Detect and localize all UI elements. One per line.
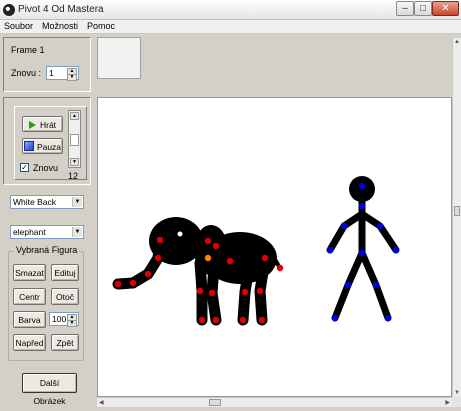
menu-bar: Soubor Možnosti Pomoc: [0, 20, 461, 34]
chevron-down-icon[interactable]: ▼: [72, 227, 82, 237]
scroll-up-icon[interactable]: ▲: [453, 39, 461, 45]
spin-down-icon[interactable]: ▼: [67, 320, 77, 327]
speed-value: 12: [68, 171, 79, 181]
canvas-drawing[interactable]: [98, 98, 451, 396]
figure-select-value: elephant: [13, 227, 46, 237]
maximize-button[interactable]: □: [414, 1, 432, 16]
scroll-down-icon[interactable]: ▼: [453, 390, 461, 396]
stickman-figure[interactable]: [326, 176, 400, 322]
loop-label: Znovu: [33, 163, 59, 173]
title-bar: Pivot 4 Od Mastera – □ ✕: [0, 0, 461, 20]
elephant-figure[interactable]: [112, 217, 284, 326]
resize-grip[interactable]: [452, 397, 461, 407]
menu-item-options[interactable]: Možnosti: [42, 21, 78, 31]
scroll-right-icon[interactable]: ▶: [445, 399, 450, 406]
loop-checkbox[interactable]: ✓: [20, 163, 29, 172]
repeat-stepper[interactable]: 1 ▲ ▼: [46, 66, 79, 81]
stickman-arm-right[interactable]: [358, 210, 400, 254]
repeat-value: 1: [49, 68, 54, 78]
slider-up-icon[interactable]: ▲: [70, 112, 79, 120]
delete-figure-button[interactable]: Smazat: [13, 264, 46, 281]
vertical-scrollbar[interactable]: ▲ ▼: [452, 38, 461, 397]
rotate-figure-button[interactable]: Otoč: [51, 288, 79, 305]
elephant-leg-back-left[interactable]: [237, 267, 254, 326]
figure-select[interactable]: elephant ▼: [10, 225, 84, 239]
window-title: Pivot 4 Od Mastera: [18, 4, 104, 15]
stickman-joints[interactable]: [326, 182, 400, 322]
menu-item-file[interactable]: Soubor: [4, 21, 33, 31]
stickman-arm-left[interactable]: [326, 210, 366, 254]
chevron-down-icon[interactable]: ▼: [72, 197, 82, 207]
play-button[interactable]: Hrát: [22, 116, 63, 132]
frame-info-panel: Frame 1 Znovu : 1 ▲ ▼: [3, 37, 91, 92]
frame-thumbnail[interactable]: [97, 37, 141, 79]
selected-figure-title: Vybraná Figura: [14, 245, 80, 255]
app-icon: [3, 4, 15, 16]
menu-item-help[interactable]: Pomoc: [87, 21, 115, 31]
play-icon: [28, 121, 36, 129]
minimize-button[interactable]: –: [396, 1, 414, 16]
slider-thumb[interactable]: [70, 134, 79, 146]
size-value: 100: [52, 314, 67, 324]
vertical-scroll-thumb[interactable]: [454, 206, 460, 216]
playback-panel: Hrát Pauza ✓ Znovu ▲ ▼ 12: [3, 97, 91, 185]
size-stepper[interactable]: 100 ▲ ▼: [49, 312, 79, 327]
pause-icon: [23, 141, 34, 151]
send-back-button[interactable]: Zpět: [51, 334, 79, 351]
speed-slider[interactable]: ▲ ▼: [68, 110, 81, 168]
color-figure-button[interactable]: Barva: [13, 311, 46, 328]
edit-figure-button[interactable]: Edituj: [51, 264, 79, 281]
play-label: Hrát: [39, 120, 57, 130]
bring-forward-button[interactable]: Napřed: [13, 334, 46, 351]
repeat-label: Znovu :: [11, 68, 42, 78]
horizontal-scroll-thumb[interactable]: [209, 399, 221, 406]
next-frame-button[interactable]: Další Obrázek: [22, 373, 77, 406]
background-select-value: White Back: [13, 197, 56, 207]
pause-button[interactable]: Pauza: [22, 138, 63, 154]
spin-down-icon[interactable]: ▼: [67, 74, 77, 81]
frame-label: Frame 1: [11, 45, 45, 55]
background-select[interactable]: White Back ▼: [10, 195, 84, 209]
animation-canvas[interactable]: [97, 97, 452, 397]
horizontal-scrollbar[interactable]: ◀ ▶: [97, 397, 452, 407]
close-button[interactable]: ✕: [432, 1, 459, 16]
slider-down-icon[interactable]: ▼: [70, 158, 79, 166]
center-figure-button[interactable]: Centr: [13, 288, 46, 305]
scroll-left-icon[interactable]: ◀: [99, 399, 104, 406]
pause-label: Pauza: [36, 142, 62, 152]
elephant-leg-back-right[interactable]: [254, 266, 269, 326]
